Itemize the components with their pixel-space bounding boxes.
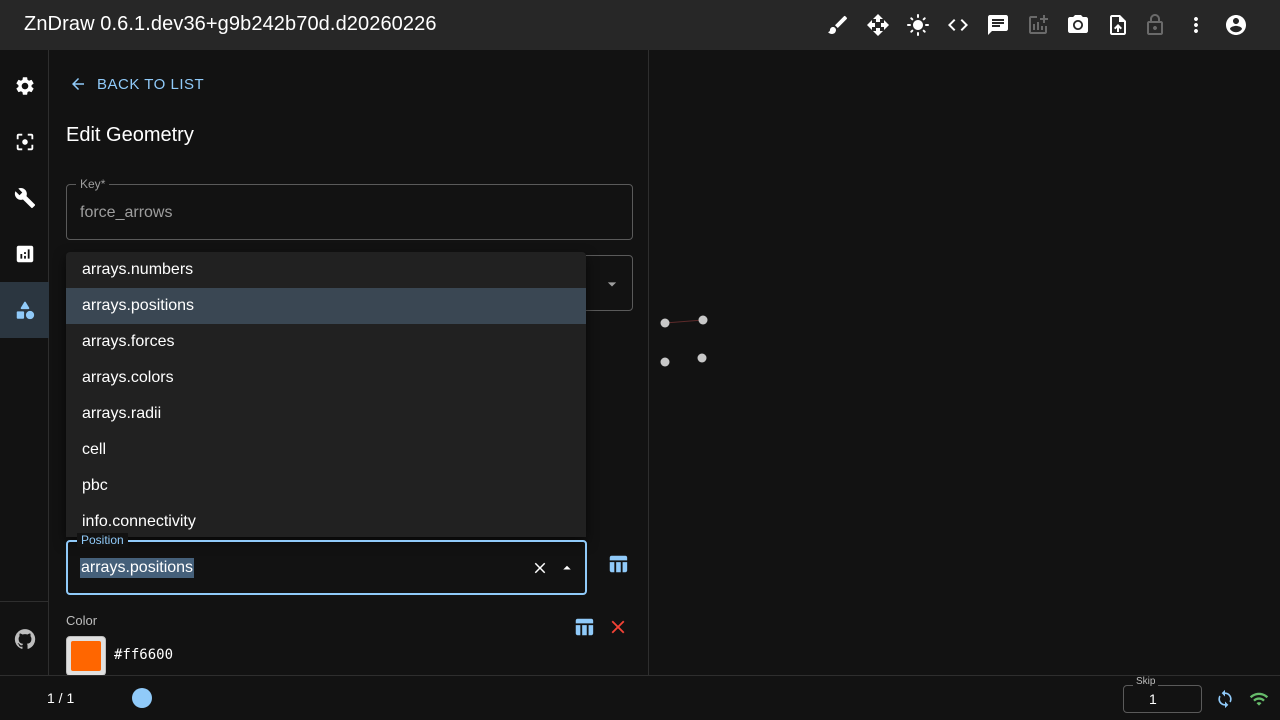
atom[interactable]: [660, 357, 670, 367]
option-item[interactable]: arrays.forces: [66, 324, 586, 360]
option-item[interactable]: arrays.colors: [66, 360, 586, 396]
position-value[interactable]: arrays.positions: [80, 558, 195, 578]
chevron-down-icon: [607, 282, 617, 287]
option-item[interactable]: arrays.positions: [66, 288, 586, 324]
selection-icon: [16, 133, 33, 151]
sidebar-item-selection[interactable]: [0, 114, 49, 170]
bottom-bar: 1 / 1 Skip 1: [0, 675, 1280, 720]
color-hex-value: #ff6600: [114, 647, 174, 663]
skip-value[interactable]: 1: [1149, 691, 1157, 707]
color-swatch-fill: [71, 641, 101, 671]
chevron-up-icon[interactable]: [558, 559, 576, 577]
clear-icon[interactable]: [531, 559, 549, 577]
add-chart-icon[interactable]: [1026, 13, 1050, 37]
atom[interactable]: [660, 318, 670, 328]
position-options-list: arrays.numbers arrays.positions arrays.f…: [66, 252, 586, 537]
sidebar-item-analytics[interactable]: [0, 226, 49, 282]
atom[interactable]: [697, 353, 707, 363]
github-icon: [14, 629, 35, 649]
wifi-icon: [1249, 689, 1269, 709]
sidebar: [0, 50, 49, 675]
atom[interactable]: [698, 315, 708, 325]
sync-icon[interactable]: [1215, 689, 1235, 709]
back-to-list-button[interactable]: BACK TO LIST: [69, 74, 204, 94]
viewport-3d[interactable]: [650, 50, 1280, 675]
brush-icon[interactable]: [826, 13, 850, 37]
upload-icon[interactable]: [1106, 13, 1130, 37]
sidebar-item-settings[interactable]: [0, 58, 49, 114]
frame-counter: 1 / 1: [47, 690, 75, 706]
arrow-back-icon: [72, 78, 84, 90]
sun-icon[interactable]: [906, 13, 930, 37]
close-icon[interactable]: [607, 616, 629, 638]
position-label: Position: [77, 533, 128, 547]
account-icon[interactable]: [1224, 13, 1248, 37]
geometry-icon: [16, 301, 34, 320]
sidebar-item-github[interactable]: [0, 611, 49, 667]
sidebar-item-geometry[interactable]: [0, 282, 49, 338]
skip-input[interactable]: [1123, 685, 1202, 713]
option-item[interactable]: arrays.radii: [66, 396, 586, 432]
app-title: ZnDraw 0.6.1.dev36+g9b242b70d.d20260226: [24, 13, 437, 35]
option-item[interactable]: arrays.numbers: [66, 252, 586, 288]
sidebar-item-build[interactable]: [0, 170, 49, 226]
move-icon[interactable]: [866, 13, 890, 37]
back-to-list-label: BACK TO LIST: [97, 75, 205, 93]
option-item[interactable]: pbc: [66, 468, 586, 504]
analytics-icon: [16, 245, 33, 263]
position-input[interactable]: Position arrays.positions: [66, 533, 587, 595]
color-label: Color: [66, 613, 98, 628]
option-item[interactable]: info.connectivity: [66, 504, 586, 537]
scene-canvas[interactable]: [650, 50, 1280, 675]
table-icon[interactable]: [607, 553, 629, 575]
option-item[interactable]: cell: [66, 432, 586, 468]
lock-icon[interactable]: [1143, 13, 1167, 37]
key-field[interactable]: Key* force_arrows: [66, 177, 633, 240]
code-icon[interactable]: [946, 13, 970, 37]
table-icon[interactable]: [573, 616, 595, 638]
camera-icon[interactable]: [1066, 13, 1090, 37]
more-vert-icon[interactable]: [1184, 13, 1208, 37]
bond-line: [664, 319, 704, 324]
chat-icon[interactable]: [986, 13, 1010, 37]
frame-slider-thumb[interactable]: [132, 688, 152, 708]
color-swatch[interactable]: [66, 636, 106, 676]
key-field-value: force_arrows: [80, 204, 173, 221]
build-icon: [14, 188, 35, 209]
page-title: Edit Geometry: [66, 124, 194, 146]
settings-icon: [15, 77, 34, 95]
app-bar: ZnDraw 0.6.1.dev36+g9b242b70d.d20260226: [0, 0, 1280, 50]
skip-label: Skip: [1133, 676, 1159, 687]
key-field-label: Key*: [76, 177, 110, 191]
sidebar-divider: [0, 601, 49, 602]
